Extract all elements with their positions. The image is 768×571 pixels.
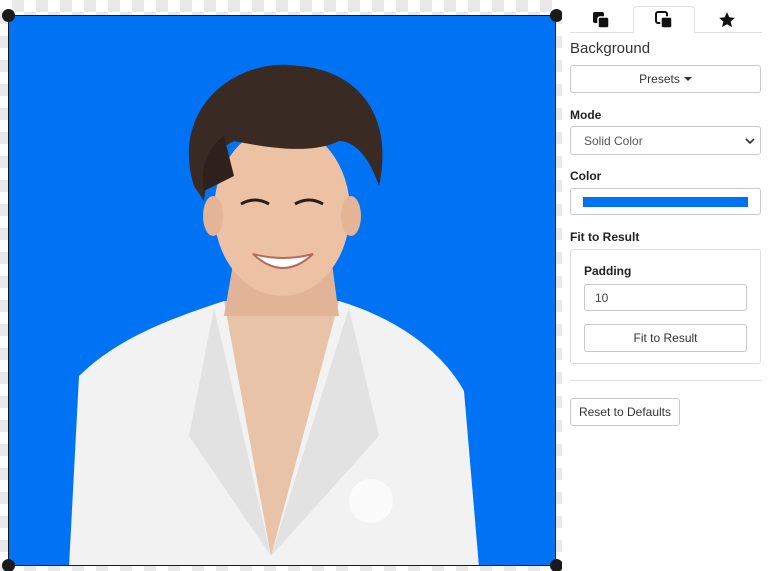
editor-canvas[interactable] <box>0 0 562 571</box>
chevron-down-icon <box>745 138 755 145</box>
layers-icon <box>593 11 610 29</box>
tab-layers[interactable] <box>570 6 632 33</box>
caret-down-icon <box>683 77 692 81</box>
background-panel: Background Presets Mode Solid Color Colo… <box>570 0 762 571</box>
resize-handle-top-left[interactable] <box>2 9 15 22</box>
padding-label: Padding <box>584 264 632 278</box>
resize-handle-bottom-left[interactable] <box>2 559 15 571</box>
fit-to-result-label: Fit to Result <box>570 230 640 244</box>
mode-label: Mode <box>570 108 602 122</box>
padding-input[interactable] <box>584 284 747 311</box>
fit-to-result-button[interactable]: Fit to Result <box>584 324 747 352</box>
mode-selected-value: Solid Color <box>584 133 643 148</box>
divider <box>570 380 762 381</box>
presets-label: Presets <box>639 72 680 86</box>
color-picker[interactable] <box>570 188 761 215</box>
tab-background[interactable] <box>633 6 695 34</box>
subject-photo <box>69 64 479 565</box>
mode-select[interactable]: Solid Color <box>570 126 761 155</box>
crop-frame[interactable] <box>8 15 556 566</box>
fit-to-result-group: Padding Fit to Result <box>570 249 761 364</box>
tab-favorites[interactable] <box>696 6 758 33</box>
presets-dropdown-button[interactable]: Presets <box>570 65 761 93</box>
reset-to-defaults-button[interactable]: Reset to Defaults <box>570 398 680 426</box>
star-icon <box>719 11 735 27</box>
color-swatch <box>583 197 748 207</box>
panel-title: Background <box>570 40 651 57</box>
color-label: Color <box>570 169 602 183</box>
resize-handle-top-right[interactable] <box>550 9 562 22</box>
panel-tabs <box>570 6 762 34</box>
resize-handle-bottom-right[interactable] <box>550 559 562 571</box>
copy-icon <box>655 11 673 29</box>
